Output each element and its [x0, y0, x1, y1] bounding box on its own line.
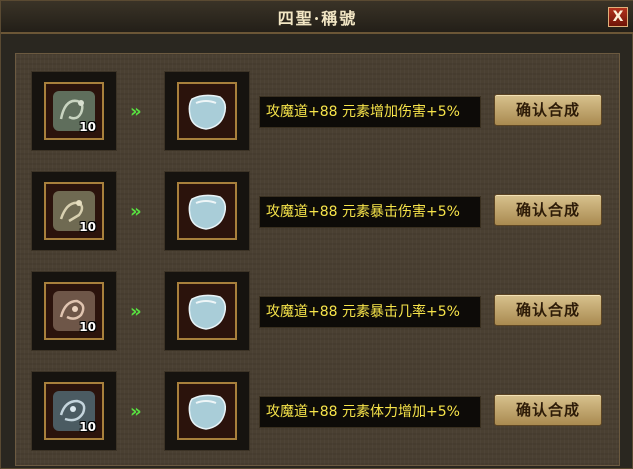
recipe-row-3: 10 » 攻魔道+88 元素暴击几率+5% 确认合成: [1, 271, 633, 351]
crystal-bag-icon: [188, 294, 227, 330]
item-count: 10: [79, 320, 96, 334]
reward-description: 攻魔道+88 元素体力增加+5%: [259, 396, 481, 428]
double-arrow-icon: »: [130, 301, 142, 322]
confirm-synthesis-button[interactable]: 确认合成: [494, 94, 602, 126]
item-count: 10: [79, 120, 96, 134]
confirm-synthesis-button[interactable]: 确认合成: [494, 294, 602, 326]
recipe-row-1: 10 » 攻魔道+88 元素增加伤害+5% 确认合成: [1, 71, 633, 151]
rune-dot: [78, 100, 84, 106]
reward-description: 攻魔道+88 元素增加伤害+5%: [259, 96, 481, 128]
item-count: 10: [79, 420, 96, 434]
rune-dot: [76, 200, 82, 206]
reward-description: 攻魔道+88 元素暴击几率+5%: [259, 296, 481, 328]
window-title: 四聖·稱號: [277, 9, 358, 28]
rune-dot: [72, 306, 78, 312]
source-item-slot[interactable]: 10: [31, 71, 117, 151]
confirm-synthesis-button[interactable]: 确认合成: [494, 194, 602, 226]
synthesis-window: 四聖·稱號 X 10 » 攻魔道+88 元素增加伤害+5% 确认合成 10 » …: [0, 0, 633, 469]
result-item-slot[interactable]: [164, 171, 250, 251]
source-item-slot[interactable]: 10: [31, 371, 117, 451]
crystal-bag-icon: [188, 194, 227, 230]
result-item-slot[interactable]: [164, 271, 250, 351]
result-item-slot[interactable]: [164, 371, 250, 451]
source-item-slot[interactable]: 10: [31, 271, 117, 351]
confirm-synthesis-button[interactable]: 确认合成: [494, 394, 602, 426]
reward-description: 攻魔道+88 元素暴击伤害+5%: [259, 196, 481, 228]
rune-dot: [70, 406, 76, 412]
double-arrow-icon: »: [130, 101, 142, 122]
crystal-bag-icon: [188, 394, 227, 430]
close-button[interactable]: X: [608, 7, 628, 27]
crystal-bag-icon: [188, 94, 227, 130]
double-arrow-icon: »: [130, 201, 142, 222]
double-arrow-icon: »: [130, 401, 142, 422]
title-bar[interactable]: 四聖·稱號 X: [1, 1, 633, 34]
source-item-slot[interactable]: 10: [31, 171, 117, 251]
result-item-slot[interactable]: [164, 71, 250, 151]
recipe-row-2: 10 » 攻魔道+88 元素暴击伤害+5% 确认合成: [1, 171, 633, 251]
item-count: 10: [79, 220, 96, 234]
recipe-row-4: 10 » 攻魔道+88 元素体力增加+5% 确认合成: [1, 371, 633, 451]
